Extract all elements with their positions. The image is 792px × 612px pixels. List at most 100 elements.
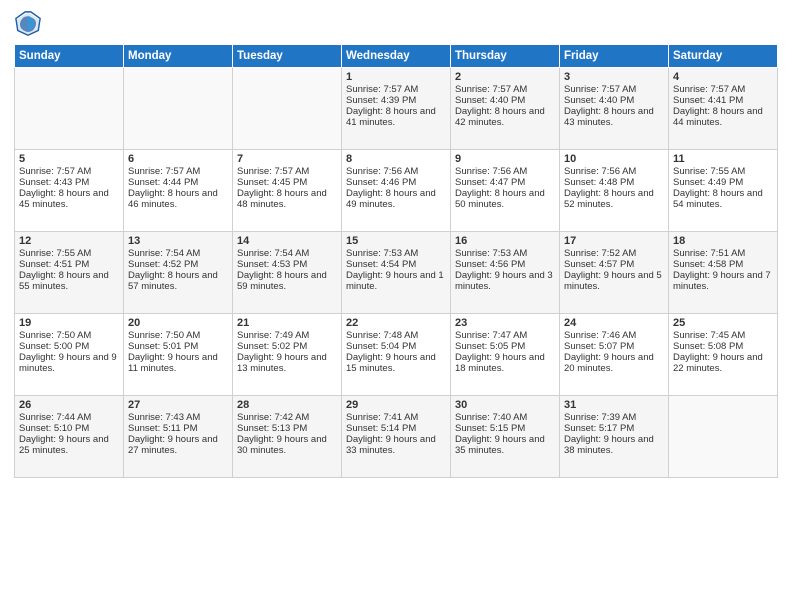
calendar-table: SundayMondayTuesdayWednesdayThursdayFrid… <box>14 44 778 478</box>
day-number: 20 <box>128 317 228 329</box>
day-info: Daylight: 9 hours and 9 minutes. <box>19 352 119 374</box>
day-info: Daylight: 8 hours and 44 minutes. <box>673 106 773 128</box>
day-cell <box>124 68 233 150</box>
day-info: Sunset: 4:56 PM <box>455 259 555 270</box>
day-cell: 17Sunrise: 7:52 AMSunset: 4:57 PMDayligh… <box>560 232 669 314</box>
day-info: Sunset: 4:52 PM <box>128 259 228 270</box>
day-number: 3 <box>564 71 664 83</box>
day-info: Sunset: 5:07 PM <box>564 341 664 352</box>
day-info: Sunrise: 7:49 AM <box>237 330 337 341</box>
day-info: Sunrise: 7:46 AM <box>564 330 664 341</box>
day-info: Sunset: 5:17 PM <box>564 423 664 434</box>
day-cell: 18Sunrise: 7:51 AMSunset: 4:58 PMDayligh… <box>669 232 778 314</box>
day-cell: 22Sunrise: 7:48 AMSunset: 5:04 PMDayligh… <box>342 314 451 396</box>
day-info: Sunset: 4:43 PM <box>19 177 119 188</box>
day-info: Sunset: 4:54 PM <box>346 259 446 270</box>
day-info: Sunrise: 7:56 AM <box>564 166 664 177</box>
day-cell: 5Sunrise: 7:57 AMSunset: 4:43 PMDaylight… <box>15 150 124 232</box>
day-info: Daylight: 9 hours and 18 minutes. <box>455 352 555 374</box>
day-info: Daylight: 8 hours and 52 minutes. <box>564 188 664 210</box>
day-info: Sunset: 5:11 PM <box>128 423 228 434</box>
header-cell-tuesday: Tuesday <box>233 45 342 68</box>
day-number: 7 <box>237 153 337 165</box>
day-info: Sunrise: 7:56 AM <box>346 166 446 177</box>
day-info: Daylight: 8 hours and 42 minutes. <box>455 106 555 128</box>
week-row-3: 12Sunrise: 7:55 AMSunset: 4:51 PMDayligh… <box>15 232 778 314</box>
day-info: Sunrise: 7:53 AM <box>346 248 446 259</box>
day-info: Sunrise: 7:48 AM <box>346 330 446 341</box>
day-info: Sunset: 4:51 PM <box>19 259 119 270</box>
day-cell: 7Sunrise: 7:57 AMSunset: 4:45 PMDaylight… <box>233 150 342 232</box>
day-number: 2 <box>455 71 555 83</box>
day-info: Daylight: 9 hours and 5 minutes. <box>564 270 664 292</box>
day-cell: 14Sunrise: 7:54 AMSunset: 4:53 PMDayligh… <box>233 232 342 314</box>
day-info: Daylight: 8 hours and 45 minutes. <box>19 188 119 210</box>
day-cell: 23Sunrise: 7:47 AMSunset: 5:05 PMDayligh… <box>451 314 560 396</box>
day-number: 26 <box>19 399 119 411</box>
day-info: Sunrise: 7:55 AM <box>673 166 773 177</box>
day-cell: 3Sunrise: 7:57 AMSunset: 4:40 PMDaylight… <box>560 68 669 150</box>
day-cell: 15Sunrise: 7:53 AMSunset: 4:54 PMDayligh… <box>342 232 451 314</box>
day-info: Daylight: 9 hours and 11 minutes. <box>128 352 228 374</box>
day-cell <box>233 68 342 150</box>
day-info: Sunrise: 7:51 AM <box>673 248 773 259</box>
day-number: 27 <box>128 399 228 411</box>
day-info: Sunrise: 7:42 AM <box>237 412 337 423</box>
day-info: Daylight: 8 hours and 41 minutes. <box>346 106 446 128</box>
day-cell: 6Sunrise: 7:57 AMSunset: 4:44 PMDaylight… <box>124 150 233 232</box>
day-cell: 1Sunrise: 7:57 AMSunset: 4:39 PMDaylight… <box>342 68 451 150</box>
day-info: Sunrise: 7:45 AM <box>673 330 773 341</box>
day-info: Sunset: 5:13 PM <box>237 423 337 434</box>
day-number: 8 <box>346 153 446 165</box>
day-cell: 28Sunrise: 7:42 AMSunset: 5:13 PMDayligh… <box>233 396 342 478</box>
day-cell: 21Sunrise: 7:49 AMSunset: 5:02 PMDayligh… <box>233 314 342 396</box>
day-info: Daylight: 9 hours and 27 minutes. <box>128 434 228 456</box>
header-cell-sunday: Sunday <box>15 45 124 68</box>
day-info: Sunset: 5:14 PM <box>346 423 446 434</box>
day-info: Daylight: 9 hours and 22 minutes. <box>673 352 773 374</box>
day-number: 16 <box>455 235 555 247</box>
day-number: 9 <box>455 153 555 165</box>
day-info: Daylight: 8 hours and 46 minutes. <box>128 188 228 210</box>
day-cell: 20Sunrise: 7:50 AMSunset: 5:01 PMDayligh… <box>124 314 233 396</box>
header-cell-friday: Friday <box>560 45 669 68</box>
header <box>14 10 778 38</box>
day-info: Daylight: 8 hours and 54 minutes. <box>673 188 773 210</box>
day-cell: 19Sunrise: 7:50 AMSunset: 5:00 PMDayligh… <box>15 314 124 396</box>
day-info: Sunset: 4:45 PM <box>237 177 337 188</box>
day-info: Daylight: 9 hours and 13 minutes. <box>237 352 337 374</box>
day-cell: 25Sunrise: 7:45 AMSunset: 5:08 PMDayligh… <box>669 314 778 396</box>
day-number: 19 <box>19 317 119 329</box>
header-cell-wednesday: Wednesday <box>342 45 451 68</box>
day-number: 30 <box>455 399 555 411</box>
day-info: Sunset: 4:44 PM <box>128 177 228 188</box>
day-info: Sunset: 5:08 PM <box>673 341 773 352</box>
day-info: Sunrise: 7:57 AM <box>346 84 446 95</box>
day-number: 4 <box>673 71 773 83</box>
day-info: Sunrise: 7:44 AM <box>19 412 119 423</box>
day-cell: 26Sunrise: 7:44 AMSunset: 5:10 PMDayligh… <box>15 396 124 478</box>
header-cell-thursday: Thursday <box>451 45 560 68</box>
day-info: Sunrise: 7:40 AM <box>455 412 555 423</box>
day-info: Daylight: 9 hours and 3 minutes. <box>455 270 555 292</box>
page: SundayMondayTuesdayWednesdayThursdayFrid… <box>0 0 792 612</box>
day-info: Daylight: 9 hours and 35 minutes. <box>455 434 555 456</box>
day-info: Sunset: 4:47 PM <box>455 177 555 188</box>
day-number: 11 <box>673 153 773 165</box>
day-info: Daylight: 9 hours and 7 minutes. <box>673 270 773 292</box>
day-info: Daylight: 9 hours and 25 minutes. <box>19 434 119 456</box>
day-info: Sunrise: 7:43 AM <box>128 412 228 423</box>
header-cell-monday: Monday <box>124 45 233 68</box>
day-info: Sunset: 5:01 PM <box>128 341 228 352</box>
day-number: 25 <box>673 317 773 329</box>
day-info: Daylight: 8 hours and 49 minutes. <box>346 188 446 210</box>
day-info: Sunrise: 7:39 AM <box>564 412 664 423</box>
day-cell <box>15 68 124 150</box>
day-number: 24 <box>564 317 664 329</box>
day-info: Daylight: 8 hours and 59 minutes. <box>237 270 337 292</box>
header-cell-saturday: Saturday <box>669 45 778 68</box>
day-number: 14 <box>237 235 337 247</box>
day-info: Sunset: 5:04 PM <box>346 341 446 352</box>
day-cell: 30Sunrise: 7:40 AMSunset: 5:15 PMDayligh… <box>451 396 560 478</box>
day-info: Sunrise: 7:57 AM <box>19 166 119 177</box>
